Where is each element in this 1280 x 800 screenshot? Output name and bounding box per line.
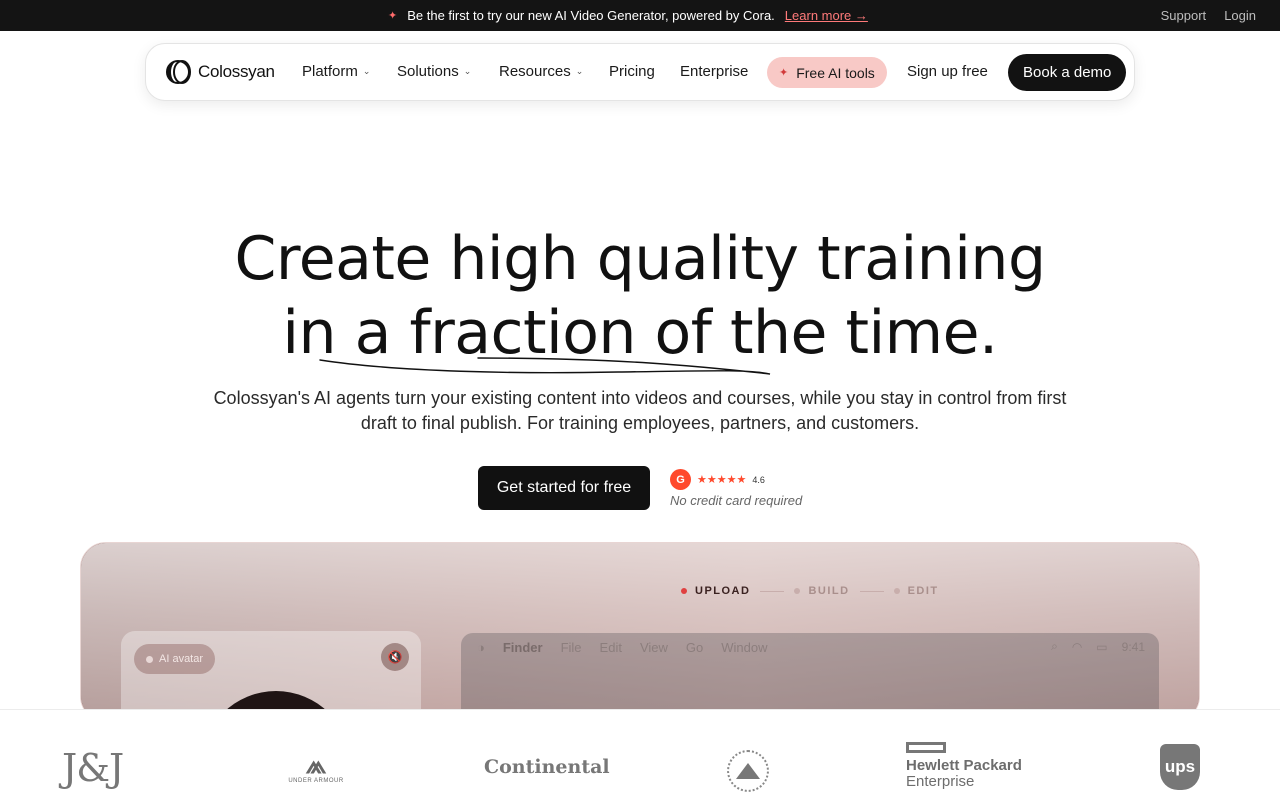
finder-menu-window: Window <box>721 639 768 655</box>
search-icon: ⌕ <box>1051 639 1058 653</box>
status-dot-icon <box>146 655 153 663</box>
announcement-message-group: ✦ Be the first to try our new AI Video G… <box>388 8 868 23</box>
nav-enterprise-label: Enterprise <box>680 63 749 80</box>
finder-menu-edit: Edit <box>599 639 622 655</box>
announcement-text: Be the first to try our new AI Video Gen… <box>407 8 775 23</box>
mute-icon[interactable]: 🔇 <box>381 643 409 671</box>
login-link[interactable]: Login <box>1224 8 1256 23</box>
nav-pricing-label: Pricing <box>609 63 655 80</box>
under-armour-mark-icon: ⩕ <box>305 749 327 779</box>
sparkle-icon: ✦ <box>779 67 789 79</box>
sign-up-link[interactable]: Sign up free <box>907 63 988 80</box>
under-armour-text: UNDER ARMOUR <box>288 778 344 784</box>
step-dot-icon <box>893 588 900 594</box>
book-demo-button[interactable]: Book a demo <box>1008 54 1127 91</box>
nav-platform[interactable]: Platform ⌄ <box>302 63 370 80</box>
support-link[interactable]: Support <box>1161 8 1207 23</box>
free-ai-tools-label: Free AI tools <box>796 64 875 81</box>
product-preview: UPLOAD BUILD EDIT AI avatar 🔇 ◑ Finder F… <box>80 542 1200 722</box>
brand-logo[interactable]: Colossyan <box>166 60 275 84</box>
hand-drawn-underline <box>319 357 771 375</box>
nav-solutions-label: Solutions <box>397 63 459 80</box>
nav-pricing[interactable]: Pricing <box>609 63 655 80</box>
hpe-logo: Hewlett Packard Enterprise <box>906 742 1022 790</box>
step-divider <box>859 590 884 592</box>
g2-rating: G ★★★★★ 4.6 <box>670 469 765 490</box>
step-build[interactable]: BUILD <box>794 585 849 597</box>
sparkle-icon: ✦ <box>388 10 398 22</box>
step-dot-icon <box>681 588 687 594</box>
customer-logos: J&J ⩕ UNDER ARMOUR Continental Hewlett P… <box>0 709 1280 800</box>
rating-value: 4.6 <box>752 474 765 485</box>
step-upload-label: UPLOAD <box>695 585 751 597</box>
step-divider <box>760 590 785 592</box>
nav-platform-label: Platform <box>302 63 358 80</box>
finder-menu-file: File <box>560 639 582 655</box>
learn-more-link[interactable]: Learn more → <box>785 8 868 23</box>
ups-logo: ups <box>1160 744 1200 790</box>
chevron-down-icon: ⌄ <box>575 66 584 76</box>
step-edit-label: EDIT <box>907 585 939 597</box>
finder-menu-view: View <box>639 639 668 655</box>
top-links: Support Login <box>1161 8 1256 23</box>
hero-subtitle: Colossyan's AI agents turn your existing… <box>213 388 1067 433</box>
step-edit[interactable]: EDIT <box>893 585 939 597</box>
ai-avatar-label: AI avatar <box>159 653 204 665</box>
continental-logo: Continental <box>484 756 610 778</box>
step-build-label: BUILD <box>808 585 850 597</box>
finder-menu-go: Go <box>685 639 704 655</box>
apple-icon: ◑ <box>477 639 485 655</box>
nav-resources[interactable]: Resources ⌄ <box>499 63 583 80</box>
star-rating-icon: ★★★★★ <box>697 474 747 486</box>
nav-solutions[interactable]: Solutions ⌄ <box>397 63 471 80</box>
chevron-down-icon: ⌄ <box>463 66 472 76</box>
no-credit-card-note: No credit card required <box>670 493 803 508</box>
logo-icon <box>166 60 191 84</box>
jj-logo: J&J <box>62 746 124 790</box>
mountain-icon <box>736 763 760 779</box>
finder-menu-finder: Finder <box>502 639 543 655</box>
hero-title: Create high quality training in a fracti… <box>0 222 1280 370</box>
nav-enterprise[interactable]: Enterprise <box>680 63 748 80</box>
step-upload[interactable]: UPLOAD <box>681 585 750 597</box>
finder-status-icons: ⌕ ◠ ▭ 9:41 <box>1051 639 1145 654</box>
battery-icon: ▭ <box>1096 639 1108 654</box>
hero-title-line-1: Create high quality training <box>234 224 1046 294</box>
clock-time: 9:41 <box>1121 639 1145 654</box>
wifi-icon: ◠ <box>1071 639 1083 654</box>
get-started-button[interactable]: Get started for free <box>478 466 650 510</box>
paramount-logo <box>727 750 769 792</box>
ai-avatar-badge: AI avatar <box>134 644 216 674</box>
hpe-line-2: Enterprise <box>906 773 975 790</box>
announcement-bar: ✦ Be the first to try our new AI Video G… <box>0 0 1280 31</box>
under-armour-logo: ⩕ UNDER ARMOUR <box>288 750 344 784</box>
g2-logo-icon: G <box>670 469 691 490</box>
chevron-down-icon: ⌄ <box>362 66 371 76</box>
hpe-line-1: Hewlett Packard <box>906 757 1022 774</box>
step-dot-icon <box>794 588 801 594</box>
workflow-steps: UPLOAD BUILD EDIT <box>681 585 939 597</box>
brand-name: Colossyan <box>198 62 275 81</box>
main-nav: Colossyan Platform ⌄ Solutions ⌄ Resourc… <box>145 43 1135 101</box>
free-ai-tools-button[interactable]: ✦ Free AI tools <box>767 57 887 88</box>
nav-resources-label: Resources <box>499 63 571 80</box>
hpe-rectangle-icon <box>906 742 946 753</box>
